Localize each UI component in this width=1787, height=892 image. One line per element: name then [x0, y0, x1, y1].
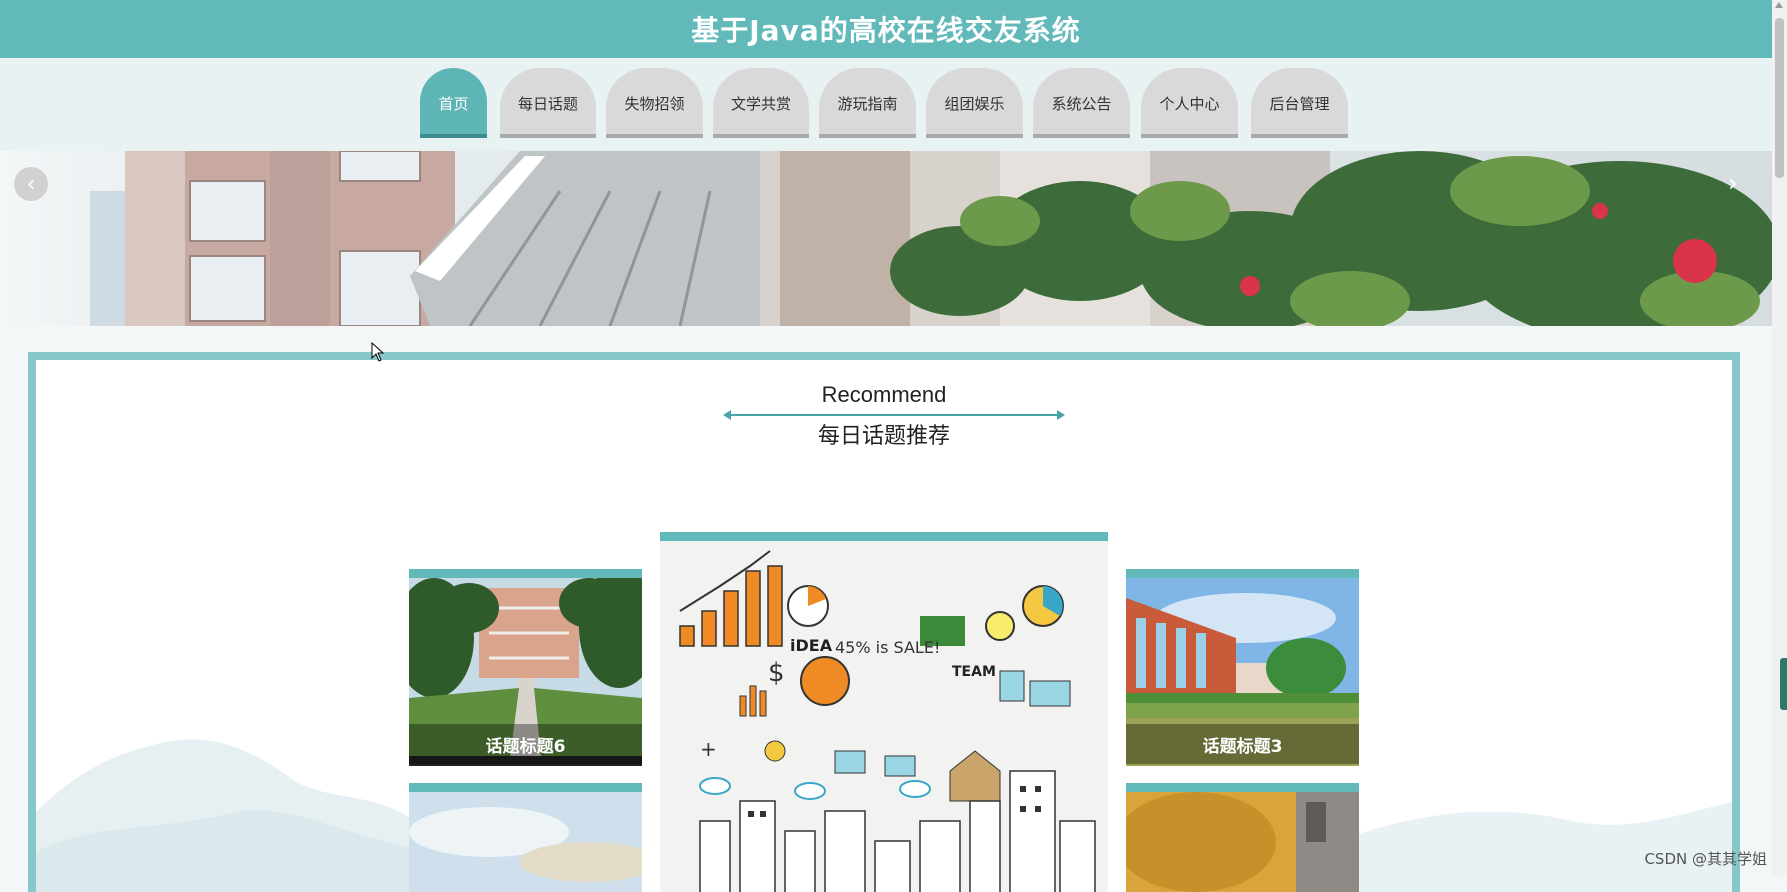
- scroll-thumb[interactable]: [1775, 18, 1784, 178]
- nav-item-announcement[interactable]: 系统公告: [1033, 68, 1130, 138]
- banner-image: [0, 151, 1772, 326]
- section-title-en: Recommend: [821, 382, 947, 407]
- svg-text:45% is SALE!: 45% is SALE!: [835, 638, 940, 657]
- topic-caption: 话题标题6: [409, 724, 642, 764]
- nav-item-admin[interactable]: 后台管理: [1251, 68, 1348, 138]
- mouse-cursor-icon: [371, 342, 385, 362]
- nav-item-personal-center[interactable]: 个人中心: [1141, 68, 1238, 138]
- nav-item-lost-found[interactable]: 失物招领: [606, 68, 703, 138]
- nav-item-group-fun[interactable]: 组团娱乐: [926, 68, 1023, 138]
- topic-card[interactable]: [1126, 783, 1359, 892]
- topic-card-featured[interactable]: iDEA 45% is SALE! TEAM $ +: [660, 532, 1108, 892]
- nav-item-travel-guide[interactable]: 游玩指南: [819, 68, 916, 138]
- banner-carousel[interactable]: ‹ ›: [0, 151, 1772, 326]
- side-tab[interactable]: [1780, 658, 1787, 710]
- topic-image: iDEA 45% is SALE! TEAM $ +: [660, 541, 1108, 892]
- topic-card[interactable]: 话题标题3: [1126, 569, 1359, 775]
- nav-item-home[interactable]: 首页: [420, 68, 487, 138]
- page-scrollbar[interactable]: [1772, 0, 1787, 877]
- recommend-section: Recommend 每日话题推荐 话题标题6 iDEA 45% is SALE!…: [28, 352, 1740, 892]
- chevron-right-icon[interactable]: ›: [1728, 169, 1738, 197]
- nav-item-daily-topic[interactable]: 每日话题: [500, 68, 596, 138]
- section-title-cn: 每日话题推荐: [817, 424, 950, 449]
- chevron-left-icon[interactable]: ‹: [14, 167, 48, 201]
- svg-text:TEAM: TEAM: [952, 664, 996, 680]
- topic-card[interactable]: 话题标题6: [409, 569, 642, 775]
- site-title: 基于Java的高校在线交友系统: [691, 14, 1081, 47]
- topic-caption: 话题标题3: [1126, 724, 1359, 764]
- topic-card[interactable]: [409, 783, 642, 892]
- nav-item-literature[interactable]: 文学共赏: [713, 68, 809, 138]
- scroll-up-icon[interactable]: [1775, 2, 1783, 8]
- svg-text:$: $: [768, 658, 785, 688]
- svg-text:iDEA: iDEA: [790, 636, 833, 655]
- watermark: CSDN @其其学姐: [1644, 850, 1767, 868]
- topic-image: [409, 792, 642, 892]
- site-header: 基于Java的高校在线交友系统: [0, 0, 1772, 59]
- svg-text:+: +: [700, 737, 717, 761]
- main-nav: 首页 每日话题 失物招领 文学共赏 游玩指南 组团娱乐 系统公告 个人中心 后台…: [0, 68, 1772, 148]
- nav-bar: 首页 每日话题 失物招领 文学共赏 游玩指南 组团娱乐 系统公告 个人中心 后台…: [0, 58, 1772, 151]
- title-divider: [723, 410, 1065, 420]
- topic-image: [1126, 792, 1359, 892]
